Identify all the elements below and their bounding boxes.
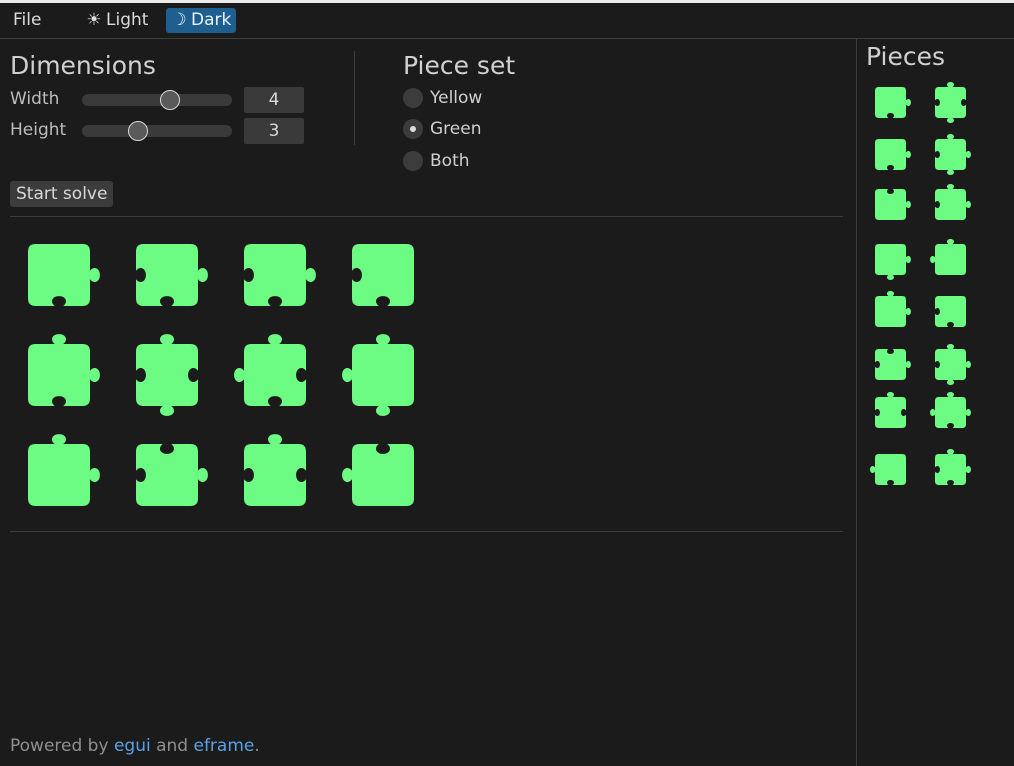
tray-piece-3[interactable] xyxy=(875,139,911,170)
tray-piece-6[interactable] xyxy=(935,184,971,220)
tray-piece-10-shape xyxy=(935,296,966,327)
board-piece-r2-c2[interactable] xyxy=(136,334,198,416)
pieces-sidebar: Pieces xyxy=(856,39,1014,766)
footer-middle: and xyxy=(156,736,189,756)
board-piece-r3-c4[interactable] xyxy=(342,444,414,506)
tray-piece-8[interactable] xyxy=(930,239,966,275)
tray-piece-7[interactable] xyxy=(875,244,911,280)
board-piece-r3-c3[interactable] xyxy=(244,434,306,506)
tray-piece-11[interactable] xyxy=(875,349,911,380)
file-menu-button[interactable]: File xyxy=(8,8,46,33)
tray-piece-14[interactable] xyxy=(930,392,971,428)
eframe-link[interactable]: eframe xyxy=(193,736,254,756)
tray-piece-16-shape xyxy=(935,449,971,485)
board-piece-r3-c1[interactable] xyxy=(28,434,100,506)
board-piece-r2-c1[interactable] xyxy=(28,334,100,406)
tray-piece-6-shape xyxy=(935,184,971,220)
board-piece-r1-c4[interactable] xyxy=(352,244,414,306)
tray-piece-2-shape xyxy=(935,82,966,123)
board-piece-r2-c1-shape xyxy=(28,334,100,406)
egui-link[interactable]: egui xyxy=(114,736,151,756)
puzzle-board xyxy=(0,39,856,766)
board-piece-r1-c4-shape xyxy=(352,244,414,306)
tray-piece-14-shape xyxy=(930,392,971,428)
tray-piece-13[interactable] xyxy=(875,392,906,428)
board-piece-r3-c2[interactable] xyxy=(136,444,208,506)
board-piece-r3-c2-shape xyxy=(136,444,208,506)
tray-piece-12-shape xyxy=(935,344,971,385)
sun-icon: ☀ xyxy=(86,10,102,30)
board-piece-r1-c3[interactable] xyxy=(244,244,316,306)
tray-piece-1-shape xyxy=(875,87,911,118)
board-piece-r2-c3-shape xyxy=(234,334,306,406)
board-piece-r2-c3[interactable] xyxy=(234,334,306,406)
tray-piece-12[interactable] xyxy=(935,344,971,385)
dark-theme-label: Dark xyxy=(191,10,232,30)
board-piece-r1-c2-shape xyxy=(136,244,208,306)
tray-piece-9[interactable] xyxy=(875,291,911,327)
tray-piece-4[interactable] xyxy=(935,134,971,175)
tray-piece-5[interactable] xyxy=(875,189,911,220)
board-piece-r1-c1-shape xyxy=(28,244,100,306)
board-piece-r2-c2-shape xyxy=(136,334,198,416)
light-theme-label: Light xyxy=(106,10,149,30)
board-piece-r3-c1-shape xyxy=(28,434,100,506)
board-piece-r2-c4[interactable] xyxy=(342,334,414,416)
footer-suffix: . xyxy=(254,736,260,756)
tray-piece-15[interactable] xyxy=(870,454,906,485)
tray-piece-4-shape xyxy=(935,134,971,175)
footer-prefix: Powered by xyxy=(10,736,109,756)
tray-piece-16[interactable] xyxy=(935,449,971,485)
board-piece-r3-c4-shape xyxy=(342,444,414,506)
board-piece-r1-c1[interactable] xyxy=(28,244,100,306)
tray-piece-3-shape xyxy=(875,139,911,170)
board-piece-r2-c4-shape xyxy=(342,334,414,416)
pieces-tray xyxy=(857,39,1014,766)
file-menu-label: File xyxy=(13,10,42,30)
board-piece-r1-c3-shape xyxy=(244,244,316,306)
tray-piece-5-shape xyxy=(875,189,911,220)
moon-icon: ☽ xyxy=(171,10,187,30)
menu-bar: File ☀ Light ☽ Dark xyxy=(0,3,1014,39)
main-panel: Dimensions Width 4 Height 3 Piece set Ye… xyxy=(0,39,856,766)
tray-piece-10[interactable] xyxy=(935,296,966,327)
tray-piece-11-shape xyxy=(875,349,911,380)
footer: Powered by egui and eframe. xyxy=(10,736,260,756)
board-piece-r3-c3-shape xyxy=(244,434,306,506)
light-theme-button[interactable]: ☀ Light xyxy=(81,8,153,33)
board-bottom-divider xyxy=(10,531,843,532)
tray-piece-2[interactable] xyxy=(935,82,966,123)
tray-piece-1[interactable] xyxy=(875,87,911,118)
tray-piece-9-shape xyxy=(875,291,911,327)
tray-piece-8-shape xyxy=(930,239,966,275)
tray-piece-13-shape xyxy=(875,392,906,428)
board-piece-r1-c2[interactable] xyxy=(136,244,208,306)
dark-theme-button[interactable]: ☽ Dark xyxy=(166,8,237,33)
tray-piece-7-shape xyxy=(875,244,911,280)
tray-piece-15-shape xyxy=(870,454,906,485)
